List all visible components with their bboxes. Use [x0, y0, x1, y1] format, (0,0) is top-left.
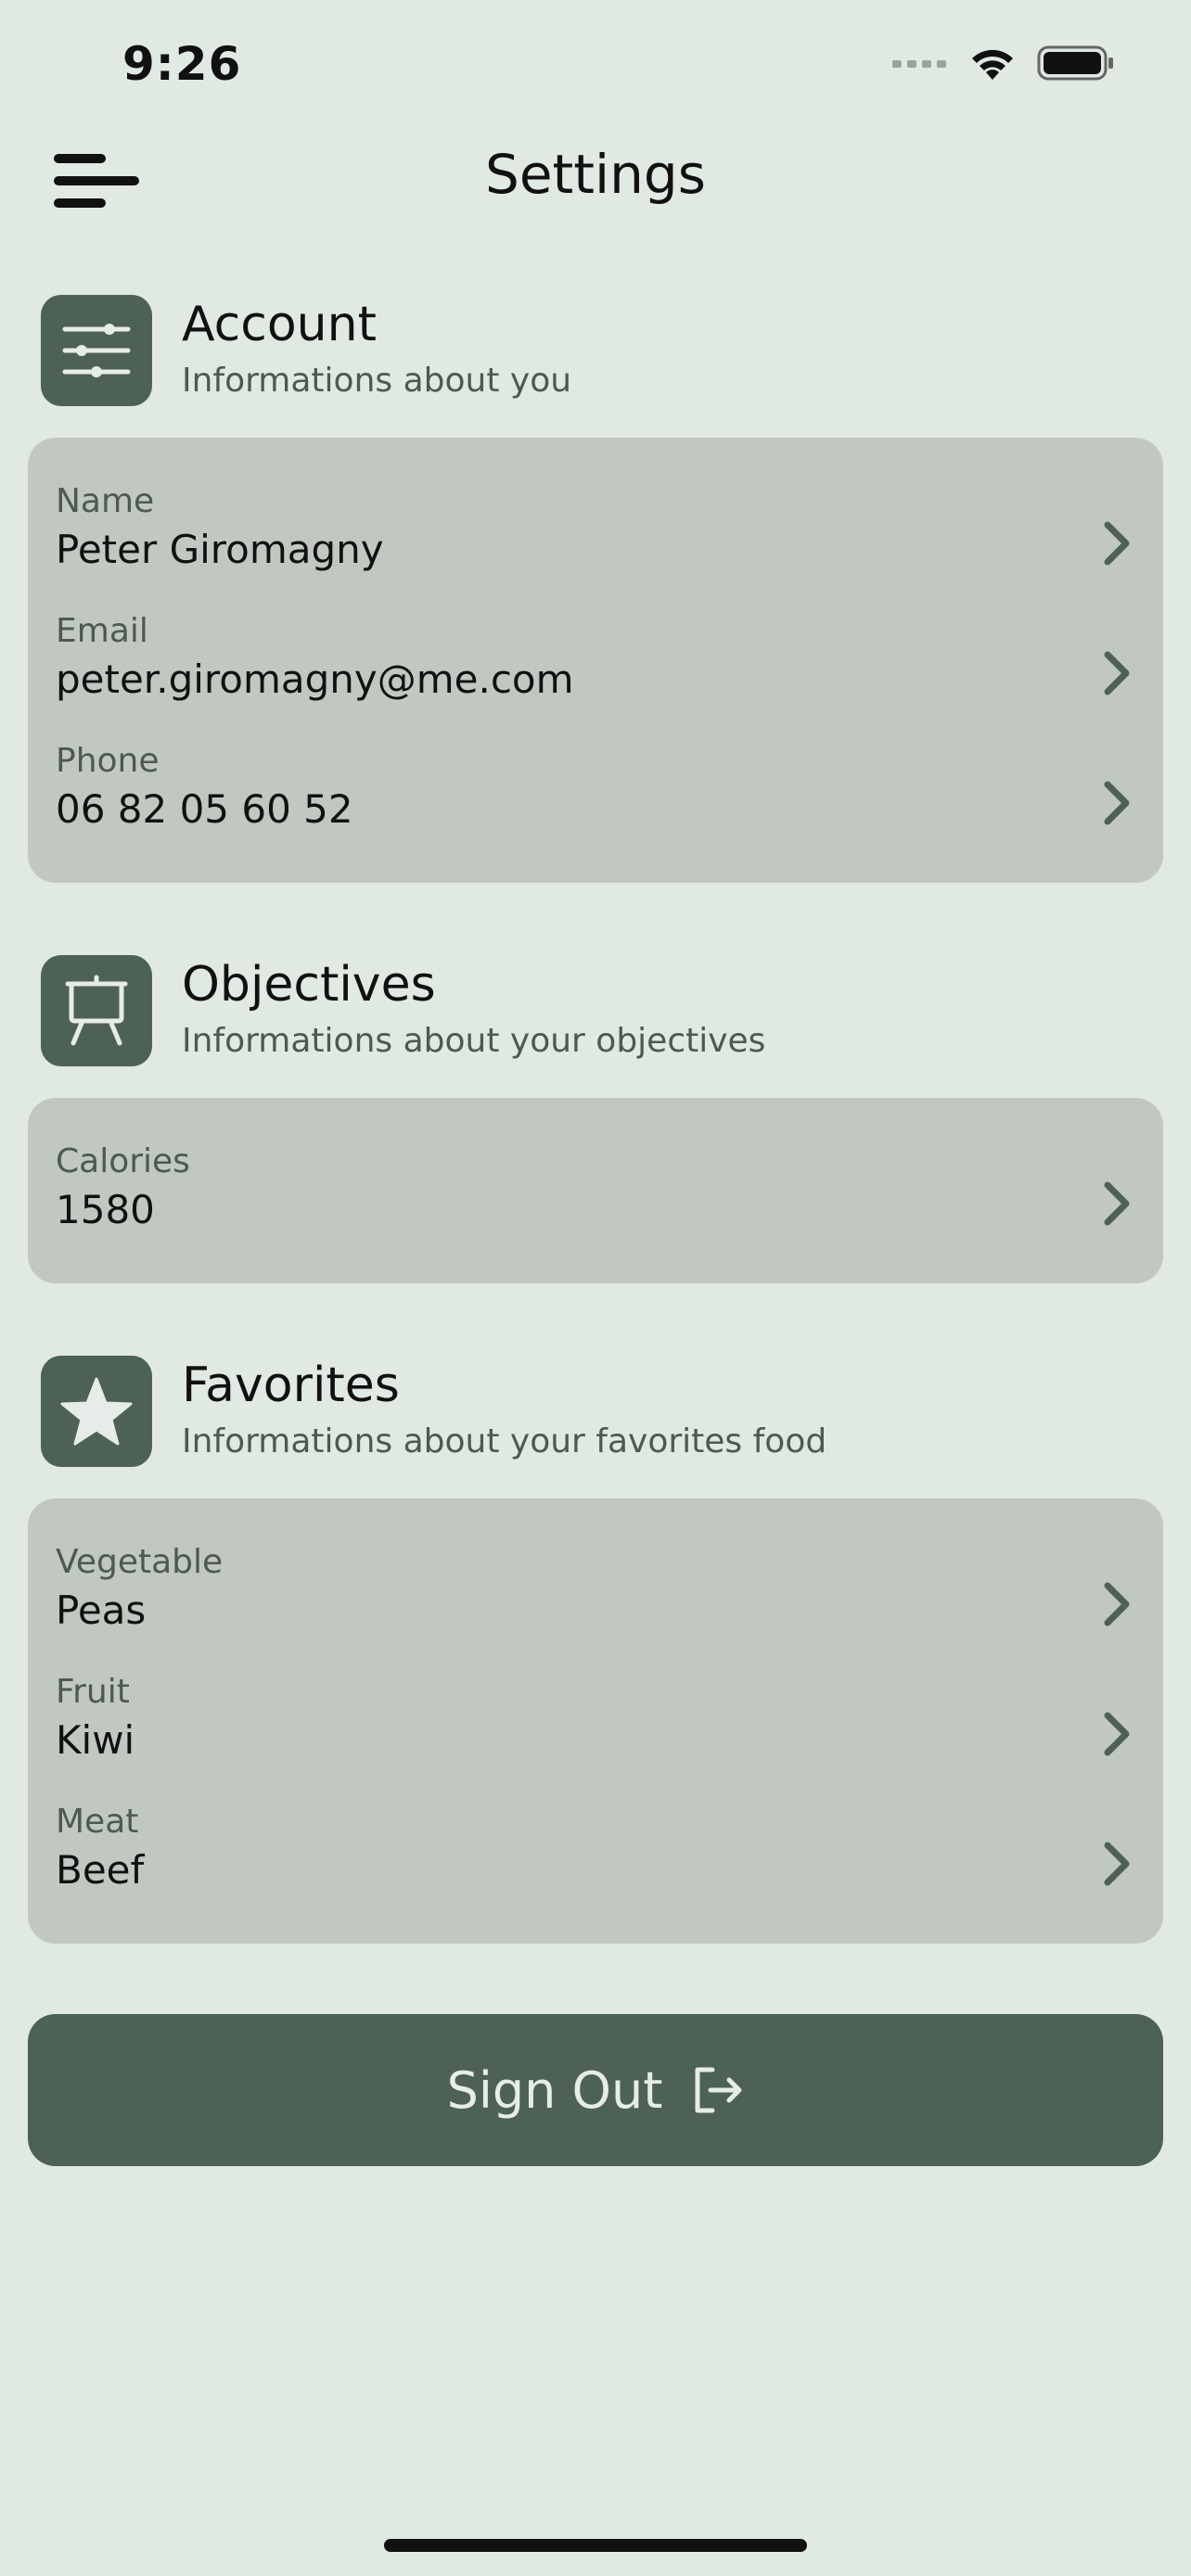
status-bar: 9:26	[0, 0, 1191, 130]
sign-out-button[interactable]: Sign Out	[28, 2014, 1163, 2166]
header: Settings	[0, 130, 1191, 223]
account-row-email[interactable]: Email peter.giromagny@me.com	[28, 612, 1163, 742]
chevron-right-icon	[1104, 1712, 1130, 1756]
favorites-card: Vegetable Peas Fruit Kiwi Meat Beef	[28, 1498, 1163, 1944]
battery-icon	[1037, 45, 1113, 81]
account-row-phone[interactable]: Phone 06 82 05 60 52	[28, 742, 1163, 872]
objectives-row-calories[interactable]: Calories 1580	[28, 1142, 1163, 1272]
chevron-right-icon	[1104, 1582, 1130, 1626]
chevron-right-icon	[1104, 1842, 1130, 1886]
favorites-row-fruit[interactable]: Fruit Kiwi	[28, 1673, 1163, 1803]
section-header-favorites: Favorites Informations about your favori…	[41, 1356, 1154, 1469]
row-value: 06 82 05 60 52	[56, 786, 353, 832]
page-title: Settings	[485, 143, 706, 206]
row-value: Kiwi	[56, 1717, 135, 1763]
account-row-name[interactable]: Name Peter Giromagny	[28, 482, 1163, 612]
chevron-right-icon	[1104, 521, 1130, 566]
status-icons	[892, 45, 1115, 82]
account-card: Name Peter Giromagny Email peter.giromag…	[28, 438, 1163, 883]
sign-out-label: Sign Out	[446, 2060, 663, 2120]
chevron-right-icon	[1104, 651, 1130, 695]
favorites-row-meat[interactable]: Meat Beef	[28, 1803, 1163, 1932]
row-label: Phone	[56, 742, 160, 780]
section-title: Favorites	[182, 1358, 400, 1413]
cellular-signal-icon	[892, 60, 946, 68]
row-value: Beef	[56, 1847, 145, 1893]
row-value: Peter Giromagny	[56, 527, 384, 572]
chevron-right-icon	[1104, 1181, 1130, 1226]
row-value: Peas	[56, 1588, 147, 1633]
section-subtitle: Informations about your favorites food	[182, 1422, 827, 1460]
row-value: 1580	[56, 1187, 155, 1232]
row-label: Email	[56, 612, 148, 650]
section-subtitle: Informations about you	[182, 362, 572, 400]
objectives-card: Calories 1580	[28, 1098, 1163, 1283]
star-icon	[41, 1356, 152, 1467]
row-label: Name	[56, 482, 155, 520]
section-subtitle: Informations about your objectives	[182, 1022, 766, 1060]
status-time: 9:26	[122, 37, 242, 91]
section-title: Account	[182, 297, 377, 352]
sliders-icon	[41, 295, 152, 406]
logout-icon	[695, 2067, 742, 2113]
wifi-icon	[972, 49, 1013, 80]
row-label: Meat	[56, 1803, 139, 1841]
favorites-row-vegetable[interactable]: Vegetable Peas	[28, 1543, 1163, 1673]
easel-icon	[41, 955, 152, 1066]
row-label: Vegetable	[56, 1543, 224, 1581]
chevron-right-icon	[1104, 781, 1130, 825]
section-header-account: Account Informations about you	[41, 295, 1154, 408]
row-value: peter.giromagny@me.com	[56, 657, 574, 702]
row-label: Fruit	[56, 1673, 130, 1711]
section-title: Objectives	[182, 957, 436, 1013]
section-header-objectives: Objectives Informations about your objec…	[41, 955, 1154, 1068]
home-indicator	[384, 2539, 807, 2552]
row-label: Calories	[56, 1142, 190, 1180]
